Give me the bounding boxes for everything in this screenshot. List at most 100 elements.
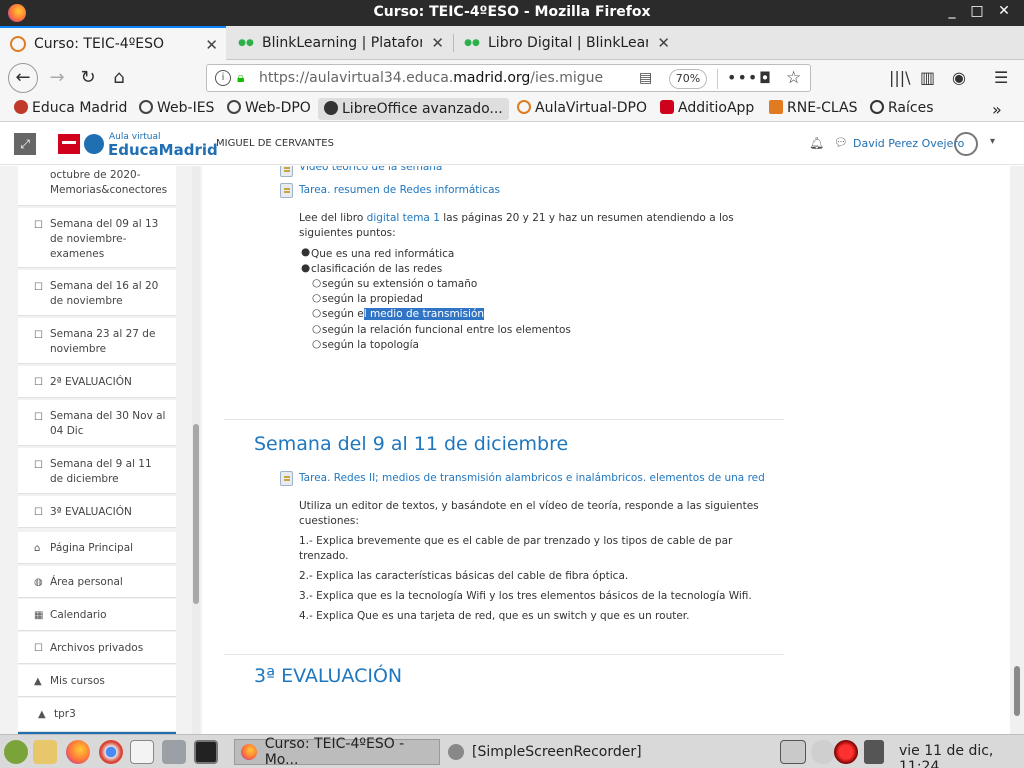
lock-icon: 🔒︎ [237, 70, 245, 86]
sub-bullet-item: según la topología [322, 339, 419, 351]
bookmark-web-ies[interactable]: Web-IES [139, 100, 214, 116]
bookmark-raices[interactable]: Raíces [870, 100, 934, 116]
folder-icon: ☐ [34, 507, 43, 518]
zoom-level[interactable]: 70% [669, 69, 707, 89]
pocket-icon[interactable]: ◘ [759, 69, 771, 87]
graduation-cap-icon: ▲ [34, 676, 42, 687]
volume-icon[interactable] [864, 740, 884, 764]
record-icon[interactable] [834, 740, 858, 764]
sidebar-item-archivos-privados[interactable]: ☐ Archivos privados [18, 632, 176, 664]
section-divider [224, 654, 784, 655]
close-tab-icon[interactable]: ✕ [657, 34, 670, 52]
maximize-button[interactable]: □ [967, 3, 987, 19]
school-name[interactable]: MIGUEL DE CERVANTES [216, 138, 334, 149]
bullet-item: clasificación de las redes [311, 263, 443, 275]
page-actions-icon[interactable]: ••• [727, 68, 758, 87]
back-icon[interactable]: ← [8, 63, 38, 93]
sidebar-item-calendario[interactable]: ▦ Calendario [18, 599, 176, 631]
network-icon[interactable] [811, 740, 835, 764]
dashboard-icon: ◍ [34, 577, 43, 588]
sidebar-toggle-icon[interactable]: ▥ [920, 68, 935, 87]
digital-book-link[interactable]: digital tema 1 [367, 212, 440, 224]
bookmark-icon [324, 101, 338, 115]
menu-icon[interactable]: ☰ [994, 68, 1008, 87]
bookmark-icon [14, 100, 28, 114]
library-icon[interactable]: |||\ [889, 68, 911, 87]
sidebar-item-semana-09-13-nov[interactable]: ☐ Semana del 09 al 13 de noviembre-exame… [18, 208, 176, 268]
more-bookmarks-icon[interactable]: » [992, 100, 1002, 119]
close-tab-icon[interactable]: ✕ [431, 34, 444, 52]
text-editor-icon[interactable] [33, 740, 57, 764]
clock[interactable]: vie 11 de dic, 11:24 [899, 743, 1024, 768]
home-icon[interactable]: ⌂ [106, 66, 132, 90]
video-link[interactable]: Video teórico de la semana [299, 166, 442, 175]
reload-icon[interactable]: ↻ [75, 66, 101, 90]
user-name[interactable]: David Perez Ovejero [853, 137, 964, 150]
sidebar-item-semana-23-27-nov[interactable]: ☐ Semana 23 al 27 de noviembre [18, 318, 176, 364]
url-text[interactable]: https://aulavirtual34.educa.madrid.org/i… [259, 70, 604, 86]
sidebar-item-tpr3[interactable]: ▲ tpr3 [18, 698, 176, 732]
blinklearning-icon: ●● [238, 38, 254, 48]
firefox-icon[interactable] [66, 740, 90, 764]
bookmark-icon [660, 100, 674, 114]
taskbar-window-firefox[interactable]: Curso: TEIC-4ºESO - Mo... [234, 736, 440, 768]
text-selection: l medio de transmisión [363, 308, 485, 320]
tab-libro-digital[interactable]: ●● Libro Digital | BlinkLearn ✕ [454, 26, 678, 60]
printer-icon[interactable] [780, 740, 806, 764]
sidebar-item-pagina-principal[interactable]: ⌂ Página Principal [18, 532, 176, 564]
bookmark-educa-madrid[interactable]: Educa Madrid [14, 100, 127, 116]
sub-bullet-item: según la propiedad [322, 293, 423, 305]
info-icon[interactable]: i [215, 70, 231, 86]
reader-view-icon[interactable]: ▤ [639, 70, 652, 86]
task2-intro-line1: Utiliza un editor de textos, y basándote… [299, 500, 759, 512]
tab-curso[interactable]: Curso: TEIC-4ºESO ✕ [0, 26, 226, 60]
sidebar-item-mis-cursos[interactable]: ▲ Mis cursos [18, 665, 176, 697]
chevron-down-icon[interactable]: ▾ [990, 136, 995, 147]
bookmark-web-dpo[interactable]: Web-DPO [227, 100, 311, 116]
task1-intro: Lee del libro digital tema 1 las páginas… [299, 212, 734, 224]
bookmark-star-icon[interactable]: ☆ [786, 68, 801, 88]
sidebar-item-3-evaluacion[interactable]: ☐ 3ª EVALUACIÓN [18, 496, 176, 528]
account-icon[interactable]: ◉ [952, 68, 966, 87]
sidebar-item-semana-30-nov[interactable]: ☐ Semana del 30 Nov al 04 Dic [18, 400, 176, 446]
question-1-line2: trenzado. [299, 550, 349, 562]
bookmark-rne-clas[interactable]: RNE-CLAS [769, 100, 857, 116]
bookmark-additioapp[interactable]: AdditioApp [660, 100, 754, 116]
taskbar-window-recorder[interactable]: [SimpleScreenRecorder] [442, 739, 662, 765]
sidebar-item-2-evaluacion[interactable]: ☐ 2ª EVALUACIÓN [18, 366, 176, 398]
chromium-icon[interactable] [99, 740, 123, 764]
page-scroll-thumb[interactable] [1014, 666, 1020, 716]
task1-link[interactable]: Tarea. resumen de Redes informáticas [299, 183, 500, 198]
close-tab-icon[interactable]: ✕ [205, 36, 218, 54]
window-title: Curso: TEIC-4ºESO - Mozilla Firefox [373, 4, 651, 20]
expand-icon[interactable]: ⤢ [14, 133, 36, 155]
bookmark-icon [517, 100, 531, 114]
close-window-button[interactable]: ✕ [994, 3, 1014, 19]
menu-launcher-icon[interactable] [4, 740, 28, 764]
minimize-button[interactable]: _ [942, 3, 962, 19]
screenshot-icon[interactable] [162, 740, 186, 764]
bookmark-libreoffice[interactable]: LibreOffice avanzado... [318, 98, 509, 120]
notifications-icon[interactable]: 🔔︎ [809, 136, 824, 150]
bookmark-aulavirtual-dpo[interactable]: AulaVirtual-DPO [517, 100, 647, 116]
url-bar[interactable]: i 🔒︎ https://aulavirtual34.educa.madrid.… [206, 64, 811, 92]
site-header: ⤢ Aula virtual EducaMadrid MIGUEL DE CER… [0, 123, 1024, 165]
window-titlebar: Curso: TEIC-4ºESO - Mozilla Firefox _ □ … [0, 0, 1024, 26]
educamadrid-logo-icon [84, 134, 104, 154]
avatar[interactable] [954, 132, 978, 156]
tab-blinklearning[interactable]: ●● BlinkLearning | Plataform ✕ [228, 26, 452, 60]
task2-link[interactable]: Tarea. Redes II; medios de transmisión a… [299, 471, 765, 486]
terminal-icon[interactable] [194, 740, 218, 764]
sidebar-scroll-thumb[interactable] [193, 424, 199, 604]
sidebar-item-octubre[interactable]: octubre de 2020-Memorias&conectores [18, 166, 176, 206]
page-scrollbar[interactable] [1010, 166, 1024, 734]
brand-name[interactable]: EducaMadrid [108, 141, 218, 159]
messages-icon[interactable]: 💬︎ [834, 136, 848, 149]
notes-icon[interactable] [130, 740, 154, 764]
forward-icon[interactable]: → [44, 66, 70, 90]
tab-bar: Curso: TEIC-4ºESO ✕ ●● BlinkLearning | P… [0, 26, 1024, 80]
sidebar-item-semana-16-20-nov[interactable]: ☐ Semana del 16 al 20 de noviembre [18, 270, 176, 316]
home-icon: ⌂ [34, 543, 41, 554]
sidebar-item-area-personal[interactable]: ◍ Área personal [18, 566, 176, 598]
sidebar-item-semana-9-11-dic[interactable]: ☐ Semana del 9 al 11 de diciembre [18, 448, 176, 494]
